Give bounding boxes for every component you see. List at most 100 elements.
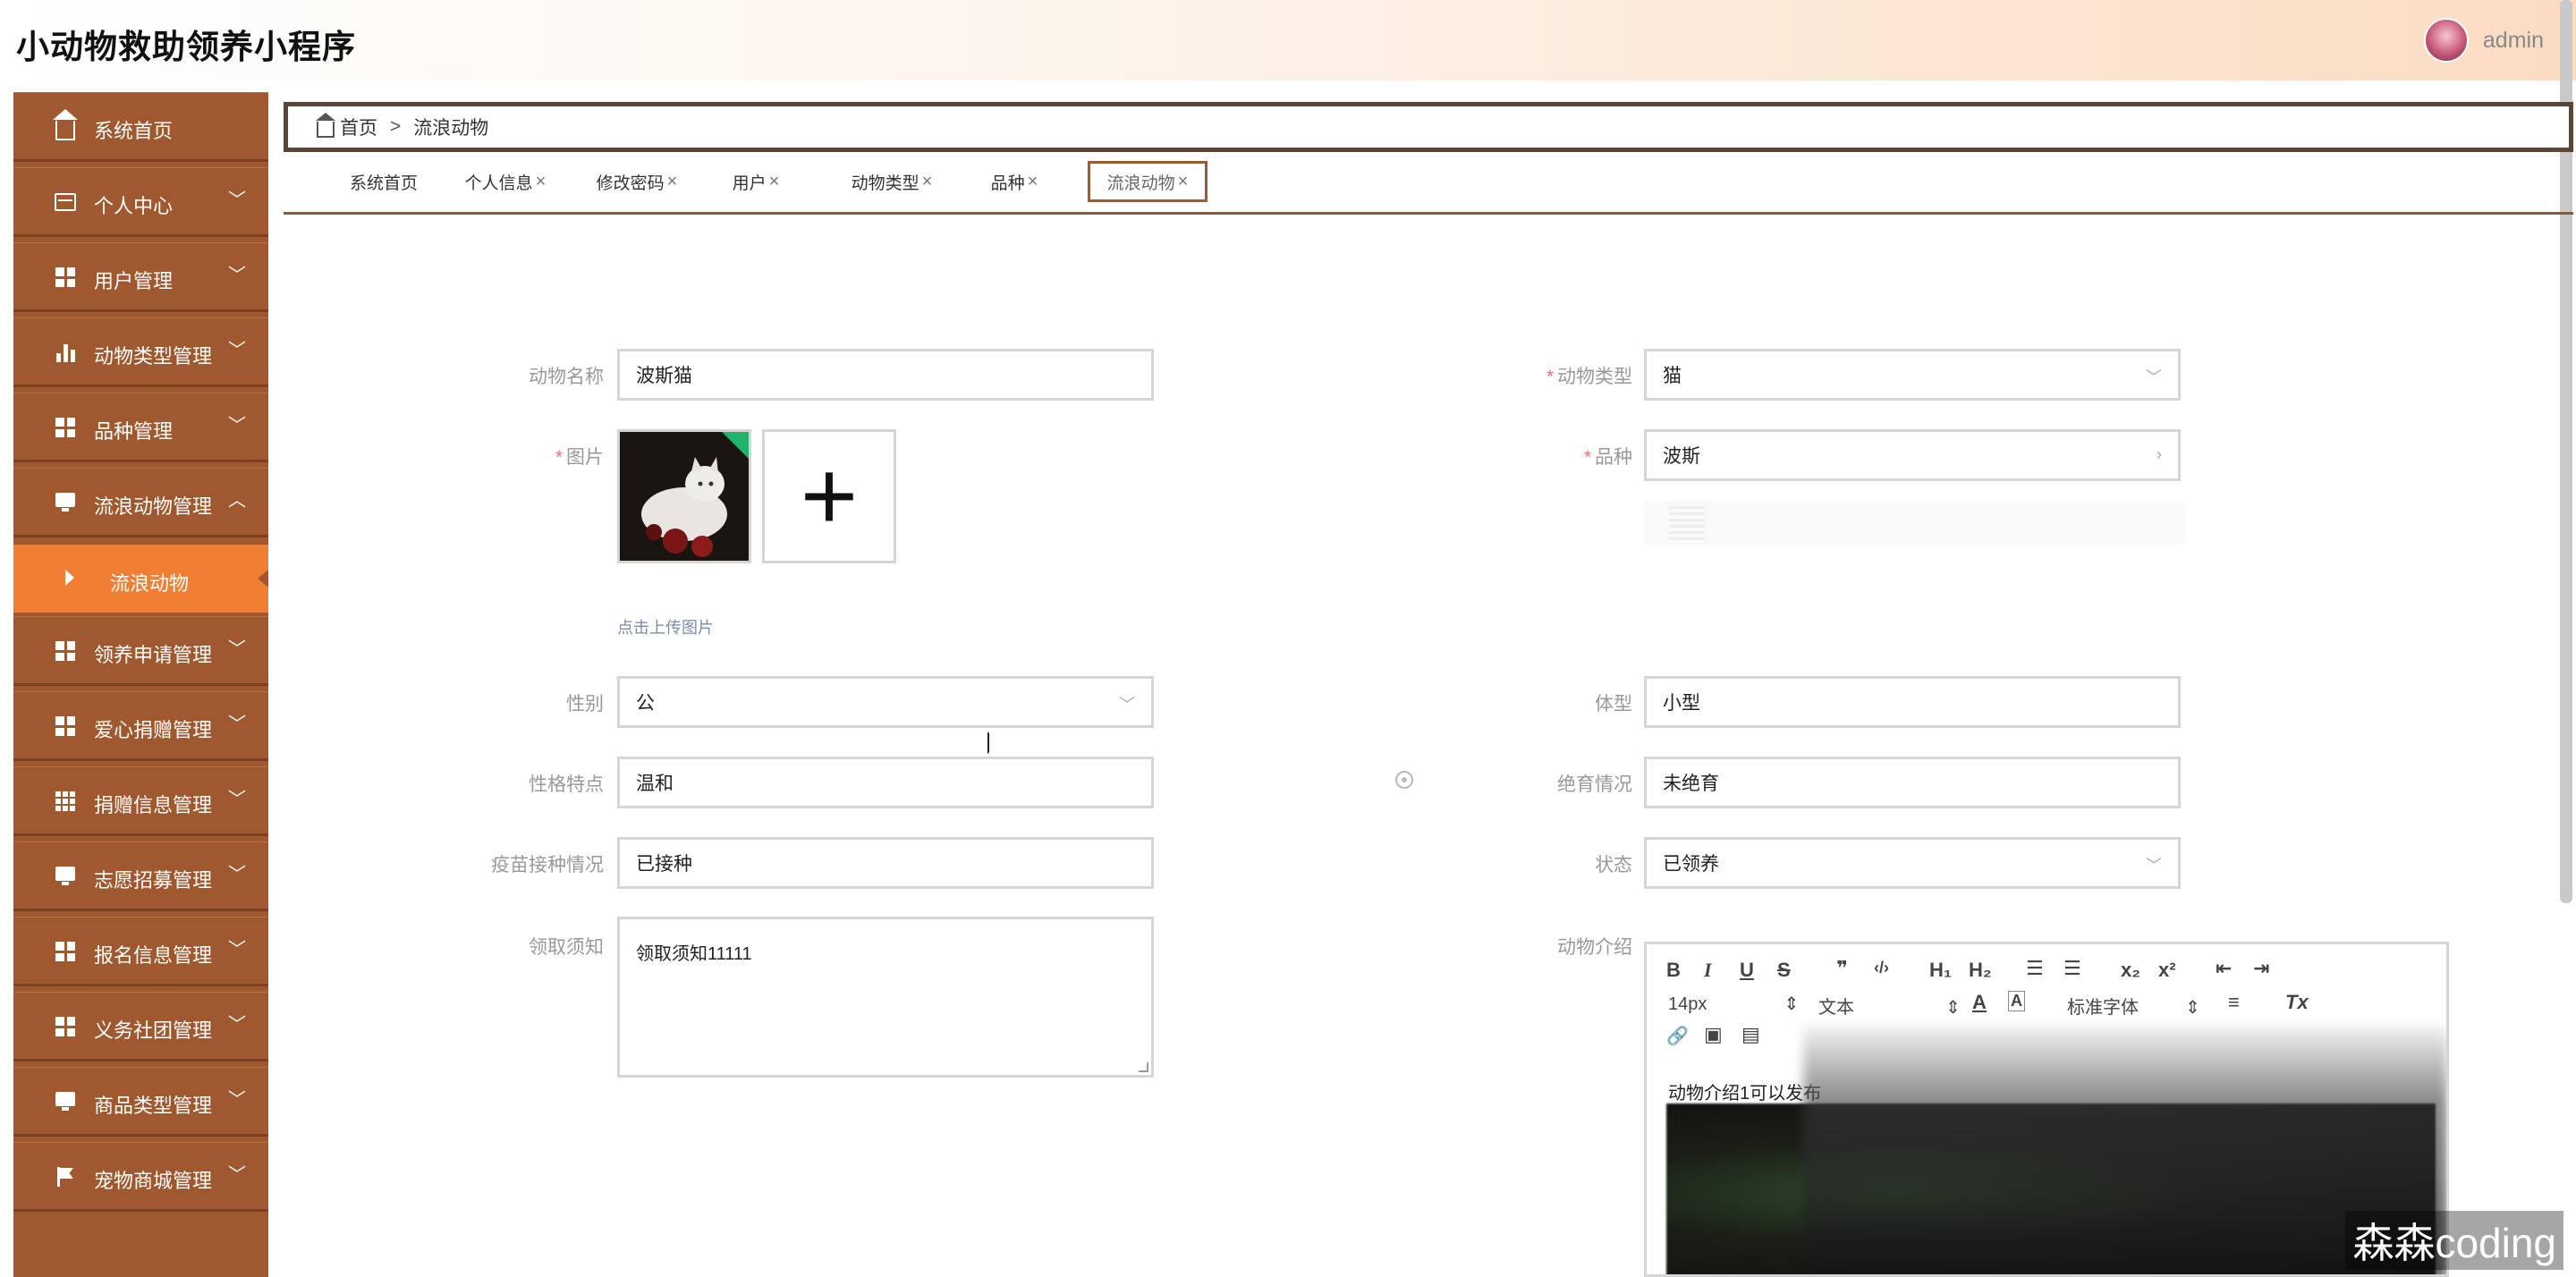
personality-label: 性格特点	[529, 774, 604, 795]
avatar[interactable]	[2423, 18, 2469, 63]
clear-format-button[interactable]: Tx	[2285, 991, 2309, 1014]
notice-label: 领取须知	[529, 937, 604, 958]
tab-change-password[interactable]: 修改密码 ×	[579, 161, 695, 202]
tab-stray-animal[interactable]: 流浪动物 ×	[1088, 161, 1208, 202]
tab-breed[interactable]: 品种 ×	[965, 161, 1063, 202]
sidebar-item-pet-mall-management[interactable]: 宠物商城管理 ﹀	[13, 1142, 268, 1212]
tab-personal-info[interactable]: 个人信息 ×	[452, 161, 559, 202]
status-select[interactable]: 已领养 ﹀	[1644, 837, 2181, 889]
username[interactable]: admin	[2483, 28, 2544, 54]
animal-name-label: 动物名称	[529, 367, 604, 387]
code-button[interactable]: ‹/›	[1874, 959, 1889, 977]
close-icon[interactable]: ×	[667, 172, 678, 192]
link-button[interactable]: 🔗	[1666, 1025, 1689, 1047]
text-color-button[interactable]: A	[1972, 991, 1987, 1014]
watermark: 森森coding	[2345, 1211, 2563, 1270]
quote-button[interactable]: ❞	[1836, 957, 1848, 980]
sidebar-item-home[interactable]: 系统首页	[13, 92, 268, 162]
heading1-button[interactable]: H₁	[1929, 959, 1952, 982]
background-color-button[interactable]: A	[2008, 991, 2025, 1011]
sidebar-item-registration-info-management[interactable]: 报名信息管理 ﹀	[13, 917, 268, 986]
chevron-down-icon: ﹀	[2146, 368, 2162, 386]
vaccine-value: 已接种	[636, 854, 692, 875]
chevron-down-icon: ﹀	[228, 1015, 246, 1035]
grid-icon	[55, 715, 76, 737]
tab-animal-type[interactable]: 动物类型 ×	[820, 161, 963, 202]
upload-add-button[interactable]: +	[762, 429, 896, 563]
align-button[interactable]: ≡	[2228, 991, 2240, 1014]
sidebar-item-personal-center[interactable]: 个人中心 ﹀	[13, 167, 268, 237]
drag-ghost-overlay	[1644, 501, 2185, 545]
breed-cascader[interactable]: 波斯 ›	[1644, 429, 2181, 481]
close-icon[interactable]: ×	[922, 172, 933, 192]
breadcrumb: 首页 > 流浪动物	[284, 102, 2573, 152]
sidebar-item-donation-info-management[interactable]: 捐赠信息管理 ﹀	[13, 766, 268, 836]
tab-user[interactable]: 用户 ×	[711, 161, 801, 202]
tab-system-home[interactable]: 系统首页	[330, 161, 437, 202]
close-icon[interactable]: ×	[536, 172, 547, 192]
sidebar-item-label: 捐赠信息管理	[94, 794, 213, 816]
superscript-button[interactable]: x²	[2158, 959, 2176, 982]
font-size-select[interactable]: 14px ⇕	[1668, 993, 1799, 1015]
italic-button[interactable]: I	[1704, 959, 1712, 982]
close-icon[interactable]: ×	[1178, 172, 1189, 192]
personality-input[interactable]: 温和	[617, 757, 1154, 808]
tab-label: 系统首页	[349, 173, 418, 193]
sidebar-item-product-type-management[interactable]: 商品类型管理 ﹀	[13, 1067, 268, 1137]
sidebar-item-user-management[interactable]: 用户管理 ﹀	[13, 242, 268, 312]
uploaded-image-thumbnail[interactable]	[617, 429, 751, 563]
resize-handle[interactable]	[1138, 1061, 1148, 1072]
ordered-list-button[interactable]: ☰	[2026, 957, 2044, 980]
sidebar-subitem-stray-animal[interactable]: 流浪动物	[13, 545, 268, 613]
gender-select[interactable]: 公 ﹀	[617, 676, 1154, 728]
sidebar-item-label: 宠物商城管理	[94, 1170, 213, 1192]
indent-button[interactable]: ⇥	[2253, 957, 2269, 980]
notice-textarea[interactable]: 领取须知11111	[617, 917, 1154, 1078]
vaccine-input[interactable]: 已接种	[617, 837, 1154, 889]
breed-label: * 品种	[1583, 447, 1632, 468]
gender-value: 公	[636, 693, 655, 714]
clear-icon[interactable]	[1395, 771, 1413, 789]
bullet-list-button[interactable]: ☰	[2063, 957, 2081, 980]
sidebar-item-label: 领养申请管理	[94, 644, 213, 666]
chevron-down-icon: ﹀	[228, 865, 246, 884]
sidebar: 系统首页 个人中心 ﹀ 用户管理 ﹀ 动物类型管理 ﹀ 品种管理 ﹀ 流浪动物管…	[13, 92, 268, 1277]
insert-image-button[interactable]: ▣	[1704, 1023, 1723, 1046]
sidebar-item-breed-management[interactable]: 品种管理 ﹀	[13, 393, 268, 462]
sidebar-item-animal-type-management[interactable]: 动物类型管理 ﹀	[13, 317, 268, 387]
close-icon[interactable]: ×	[1028, 172, 1038, 192]
sidebar-item-stray-animal-management[interactable]: 流浪动物管理 ︿	[13, 468, 268, 537]
sidebar-item-label: 志愿招募管理	[94, 869, 213, 892]
bold-button[interactable]: B	[1666, 959, 1681, 982]
caret-right-icon	[65, 570, 74, 586]
animal-type-select[interactable]: 猫 ﹀	[1644, 349, 2181, 401]
sidebar-item-volunteer-recruitment-management[interactable]: 志愿招募管理 ﹀	[13, 841, 268, 911]
outdent-button[interactable]: ⇤	[2216, 957, 2232, 980]
sterilization-input[interactable]: 未绝育	[1644, 757, 2181, 808]
breadcrumb-home[interactable]: 首页	[340, 114, 377, 140]
chevron-down-icon: ﹀	[2146, 857, 2162, 875]
tab-label: 动物类型	[851, 173, 919, 193]
heading2-button[interactable]: H₂	[1969, 959, 1992, 982]
breadcrumb-current: 流浪动物	[413, 118, 489, 139]
underline-button[interactable]: U	[1740, 959, 1754, 982]
font-format-select[interactable]: 文本 ⇕	[1818, 993, 1961, 1019]
size-input[interactable]: 小型	[1644, 676, 2181, 728]
sidebar-item-volunteer-club-management[interactable]: 义务社团管理 ﹀	[13, 992, 268, 1061]
rich-text-editor[interactable]: B I U S ❞ ‹/› H₁ H₂ ☰ ☰ x₂ x² ⇤ ⇥ 14px ⇕ …	[1644, 942, 2449, 1277]
user-menu[interactable]: admin	[2423, 18, 2544, 63]
strike-button[interactable]: S	[1777, 959, 1791, 982]
sidebar-item-adoption-application-management[interactable]: 领养申请管理 ﹀	[13, 616, 268, 686]
insert-video-button[interactable]: ▤	[1741, 1023, 1760, 1046]
font-family-select[interactable]: 标准字体 ⇕	[2067, 993, 2200, 1019]
notice-value: 领取须知11111	[636, 944, 752, 964]
home-icon[interactable]	[316, 113, 335, 138]
close-icon[interactable]: ×	[769, 172, 780, 192]
chevron-down-icon: ﹀	[228, 341, 246, 360]
editor-content-text[interactable]: 动物介绍1可以发布	[1668, 1078, 1821, 1104]
grid-icon	[55, 640, 76, 662]
animal-name-input[interactable]: 波斯猫	[617, 349, 1154, 401]
active-indicator	[258, 570, 268, 588]
sidebar-item-donation-management[interactable]: 爱心捐赠管理 ﹀	[13, 691, 268, 761]
subscript-button[interactable]: x₂	[2121, 959, 2140, 982]
